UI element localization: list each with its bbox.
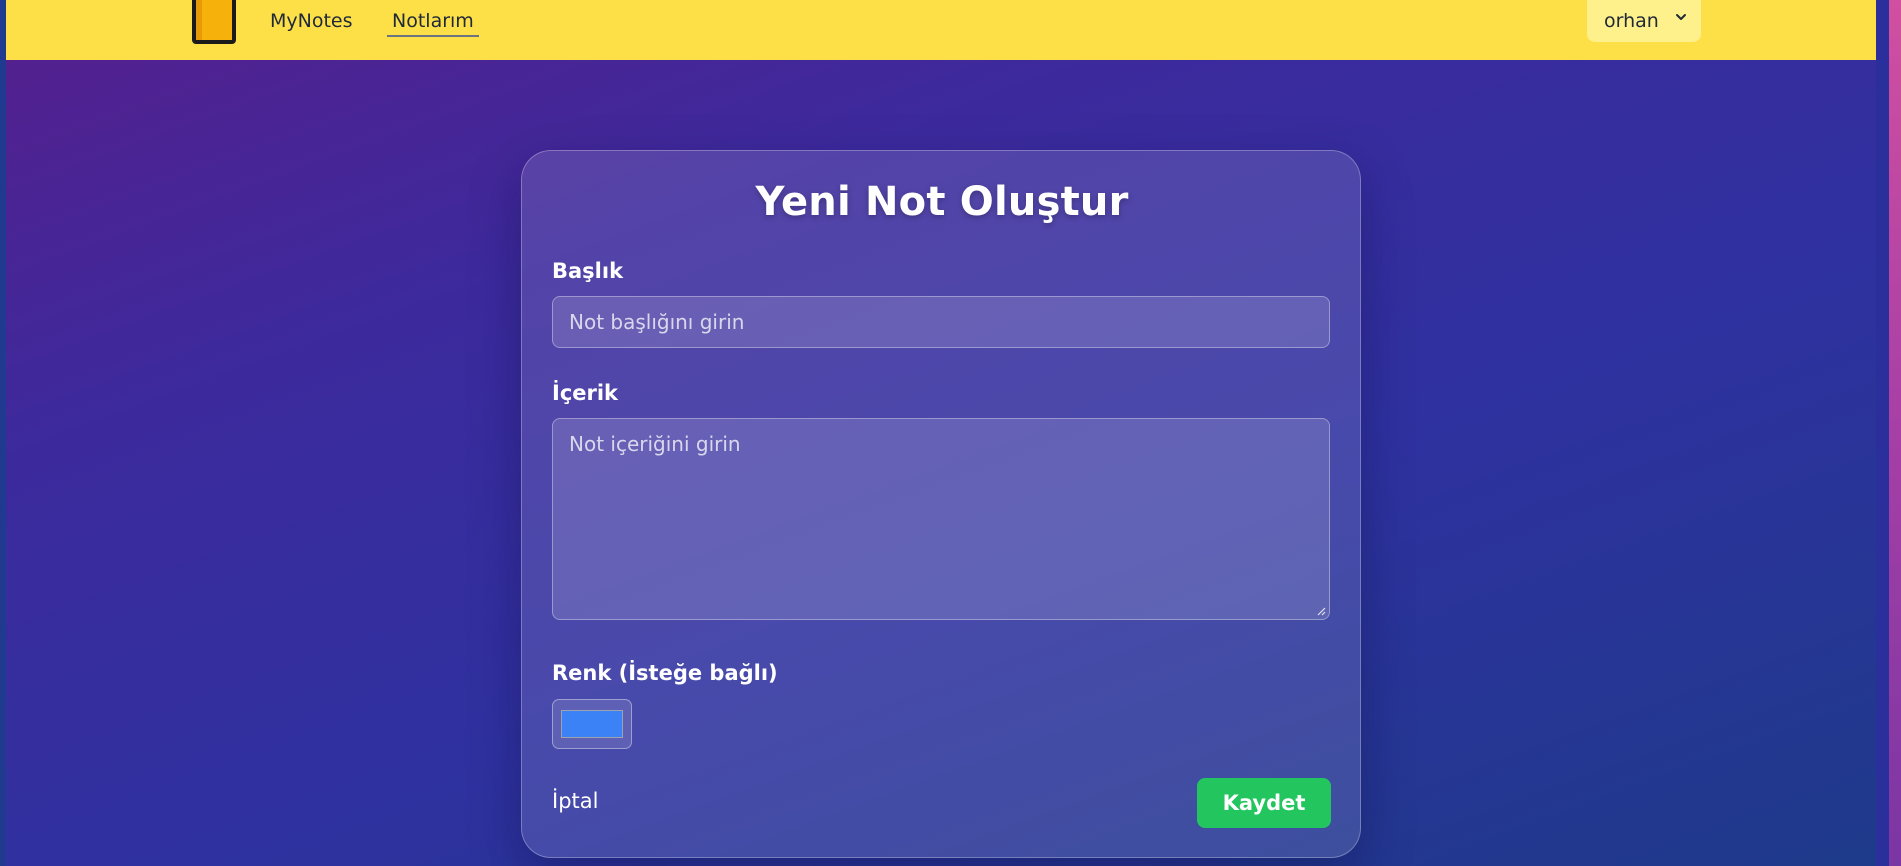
color-picker[interactable] [552, 699, 632, 749]
navbar: MyNotes Notlarım orhan [6, 0, 1876, 60]
content-textarea[interactable]: Not içeriğini girin [552, 418, 1330, 620]
resize-handle-icon[interactable] [1317, 607, 1326, 616]
color-swatch [561, 710, 623, 738]
content-label: İçerik [552, 381, 619, 405]
save-button[interactable]: Kaydet [1197, 778, 1331, 828]
title-placeholder: Not başlığını girin [569, 310, 745, 334]
color-label: Renk (İsteğe bağlı) [552, 661, 778, 685]
user-menu-label: orhan [1604, 10, 1659, 32]
chevron-down-icon [1676, 14, 1686, 20]
new-note-card: Yeni Not Oluştur Başlık Not başlığını gi… [521, 150, 1361, 858]
notebook-logo-icon[interactable] [192, 0, 236, 44]
right-edge-inner [1876, 0, 1889, 866]
user-menu-button[interactable]: orhan [1587, 0, 1701, 42]
cancel-link[interactable]: İptal [552, 789, 598, 813]
page-title: Yeni Not Oluştur [755, 179, 1129, 225]
content-placeholder: Not içeriğini girin [569, 432, 741, 456]
right-edge-strip [1876, 0, 1901, 866]
nav-link-notlarim[interactable]: Notlarım [387, 9, 479, 37]
nav-link-mynotes[interactable]: MyNotes [270, 9, 353, 33]
title-label: Başlık [552, 259, 624, 283]
title-input[interactable]: Not başlığını girin [552, 296, 1330, 348]
